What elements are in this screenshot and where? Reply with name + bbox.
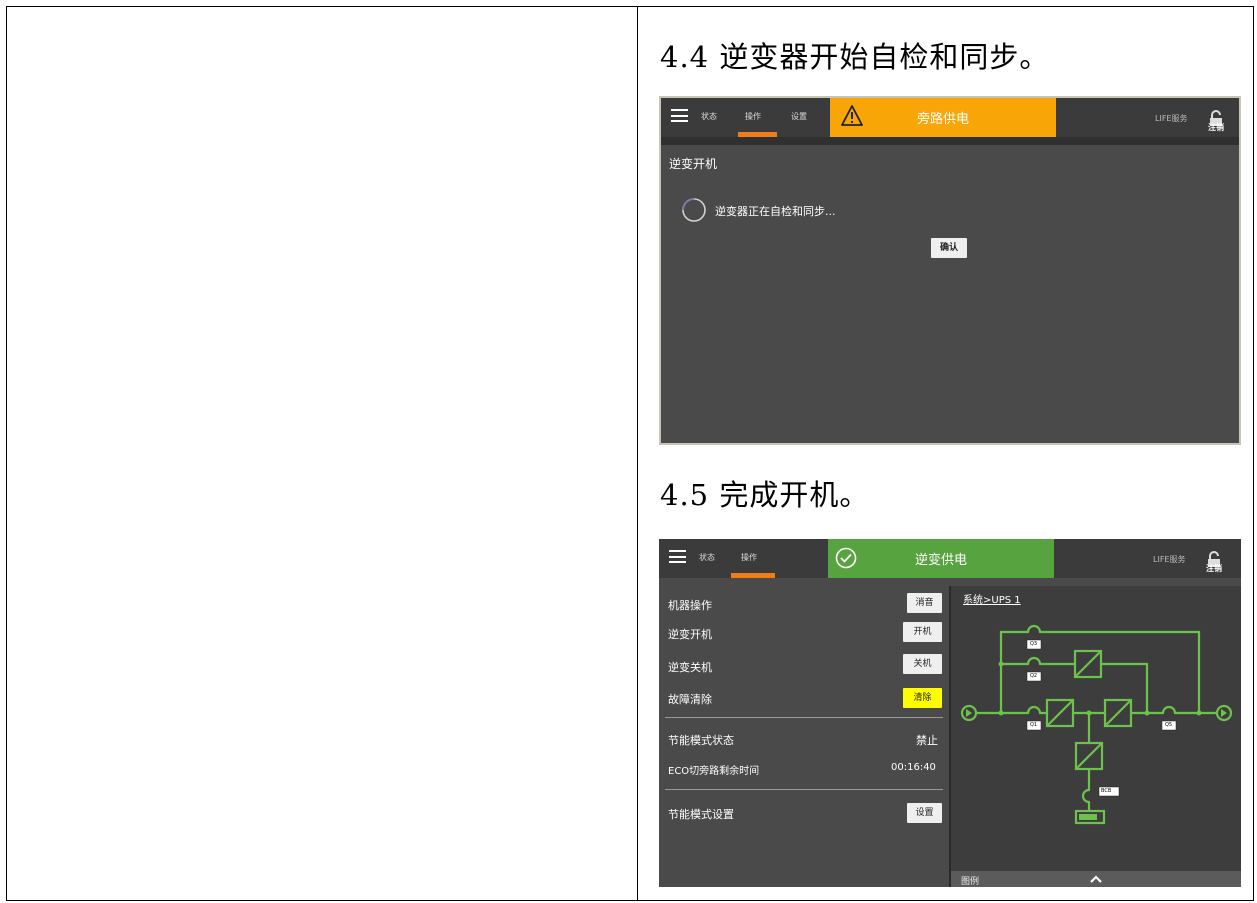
operations-panel: 机器操作 消音 逆变开机 开机 逆变关机 关机 故障清除 清除 节能模式状态 禁… [659, 586, 949, 887]
banner-text: 旁路供电 [916, 112, 969, 127]
eco-status-value: 禁止 [916, 734, 938, 747]
operation-screen: 状态 操作 逆变供电 LIFE服务 注销 机器操作 消音 逆变开机 开机 逆变关… [659, 539, 1241, 887]
top-bar: 状态 操作 逆变供电 LIFE服务 注销 [659, 539, 1241, 578]
sub-bar [661, 137, 1239, 145]
tab-status[interactable]: 状态 [701, 111, 717, 122]
inverter-on-button[interactable]: 开机 [903, 622, 942, 642]
menu-icon[interactable] [671, 109, 688, 122]
eco-setting-label: 节能模式设置 [668, 808, 734, 821]
life-service-link[interactable]: LIFE服务 [1155, 113, 1187, 124]
menu-icon[interactable] [669, 550, 686, 563]
status-banner: 逆变供电 [828, 539, 1054, 578]
logout-label[interactable]: 注销 [1208, 122, 1224, 133]
tab-operation[interactable]: 操作 [741, 552, 757, 563]
breaker-bcb-label: BCB [1101, 788, 1112, 794]
diagram-panel: 系统>UPS 1 Q3 Q2 Q1 Q5 BCB 图例 [949, 586, 1241, 887]
divider [665, 789, 943, 790]
top-bar: 状态 操作 设置 旁路供电 LIFE服务 注销 [661, 98, 1239, 137]
status-banner: 旁路供电 [830, 98, 1056, 137]
tab-status[interactable]: 状态 [699, 552, 715, 563]
breaker-q5-label: Q5 [1165, 722, 1173, 728]
chevron-up-icon[interactable] [1089, 874, 1103, 884]
loading-spinner-icon [682, 198, 706, 222]
logout-label[interactable]: 注销 [1206, 563, 1222, 574]
life-service-link[interactable]: LIFE服务 [1153, 554, 1185, 565]
tab-operation[interactable]: 操作 [745, 111, 761, 122]
legend-bar[interactable]: 图例 [951, 871, 1241, 887]
confirm-button[interactable]: 确认 [931, 238, 967, 258]
step-heading-4-5: 4.5 完成开机。 [660, 478, 870, 512]
progress-message: 逆变器正在自检和同步... [715, 205, 836, 218]
inverter-startup-screen: 状态 操作 设置 旁路供电 LIFE服务 注销 逆变开机 逆变器正在自检和同步.… [659, 96, 1241, 445]
column-divider [637, 7, 638, 900]
ups-one-line-diagram [960, 624, 1233, 825]
row-label: 机器操作 [668, 599, 712, 612]
tab-settings[interactable]: 设置 [791, 111, 807, 122]
breaker-q1-label: Q1 [1030, 722, 1038, 728]
eco-time-value: 00:16:40 [891, 762, 936, 773]
legend-label: 图例 [961, 877, 980, 887]
fault-clear-button[interactable]: 清除 [903, 688, 942, 708]
eco-setting-button[interactable]: 设置 [907, 803, 942, 823]
step-heading-4-4: 4.4 逆变器开始自检和同步。 [660, 40, 1050, 74]
page-title: 逆变开机 [669, 157, 718, 171]
inverter-off-button[interactable]: 关机 [903, 654, 942, 674]
mute-button[interactable]: 消音 [907, 593, 942, 613]
breaker-q3-label: Q3 [1030, 641, 1038, 647]
row-label: 逆变关机 [668, 661, 712, 674]
active-tab-indicator [731, 573, 775, 578]
banner-text: 逆变供电 [914, 553, 967, 568]
breaker-q2-label: Q2 [1030, 673, 1038, 679]
eco-time-label: ECO切旁路剩余时间 [668, 766, 760, 777]
divider [665, 717, 943, 718]
row-label: 逆变开机 [668, 628, 712, 641]
row-label: 故障清除 [668, 693, 712, 706]
eco-status-label: 节能模式状态 [668, 734, 734, 747]
